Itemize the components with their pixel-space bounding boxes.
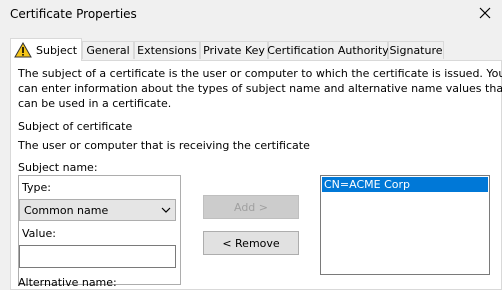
list-item[interactable]: CN=ACME Corp bbox=[322, 177, 488, 192]
tab-signature[interactable]: Signature bbox=[388, 41, 444, 59]
close-button[interactable] bbox=[474, 2, 496, 24]
tab-certification-authority[interactable]: Certification Authority bbox=[267, 41, 389, 59]
tab-extensions[interactable]: Extensions bbox=[134, 41, 200, 59]
window-title: Certificate Properties bbox=[10, 7, 137, 21]
type-select[interactable]: Common name bbox=[19, 199, 176, 221]
chevron-down-icon bbox=[161, 207, 171, 213]
tab-subject-label: Subject bbox=[36, 43, 78, 57]
add-button[interactable]: Add > bbox=[203, 195, 299, 219]
remove-button[interactable]: < Remove bbox=[203, 231, 299, 255]
subject-name-label: Subject name: bbox=[18, 161, 98, 174]
subject-list[interactable]: CN=ACME Corp bbox=[320, 175, 490, 275]
value-input[interactable] bbox=[19, 245, 176, 268]
tab-subject[interactable]: Subject bbox=[10, 38, 82, 61]
close-icon bbox=[479, 7, 491, 19]
value-label: Value: bbox=[22, 227, 56, 240]
intro-text-line-3: can be used in a certificate. bbox=[18, 97, 172, 110]
intro-text-line-2: can enter information about the types of… bbox=[18, 82, 502, 95]
intro-text-line-1: The subject of a certificate is the user… bbox=[18, 67, 502, 80]
subject-section-heading: Subject of certificate bbox=[18, 120, 133, 133]
type-select-value: Common name bbox=[24, 203, 109, 217]
type-label: Type: bbox=[22, 181, 51, 194]
subject-section-description: The user or computer that is receiving t… bbox=[18, 139, 310, 152]
warning-icon bbox=[14, 42, 32, 58]
alternative-name-label: Alternative name: bbox=[18, 276, 117, 289]
tab-general[interactable]: General bbox=[82, 41, 134, 59]
tab-private-key[interactable]: Private Key bbox=[200, 41, 268, 59]
